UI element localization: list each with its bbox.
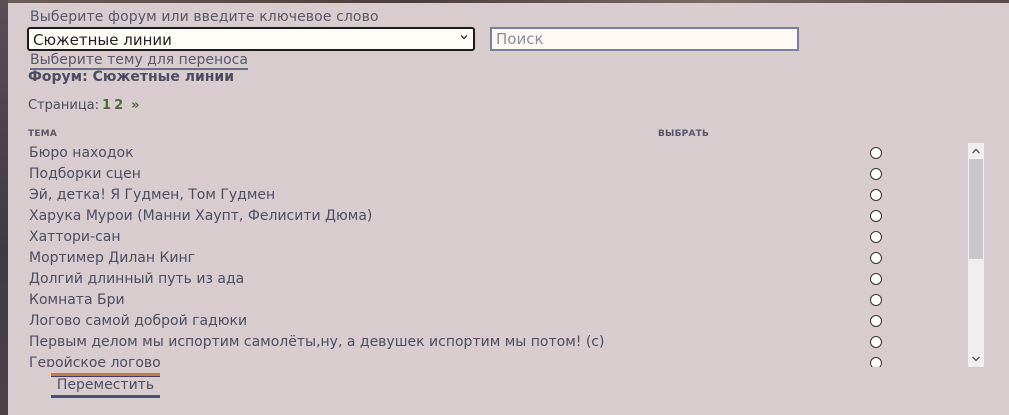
table-row: Геройское логово xyxy=(28,353,978,367)
table-row: Логово самой доброй гадюки xyxy=(28,311,978,332)
topic-title: Подборки сцен xyxy=(29,166,141,182)
table-row: Бюро находок xyxy=(28,143,978,164)
chevron-down-icon xyxy=(460,35,468,40)
arrow-up-icon[interactable] xyxy=(968,143,984,159)
pager: Страница: 1 2 » xyxy=(28,98,140,113)
topic-radio[interactable] xyxy=(870,168,882,180)
forum-select[interactable]: Сюжетные линии xyxy=(27,27,475,51)
topic-title: Геройское логово xyxy=(29,355,161,367)
topic-title: Хаттори-сан xyxy=(29,229,121,245)
topic-title: Логово самой доброй гадюки xyxy=(29,313,248,329)
table-row: Подборки сцен xyxy=(28,164,978,185)
topic-radio[interactable] xyxy=(870,210,882,222)
topic-title: Мортимер Дилан Кинг xyxy=(29,250,196,266)
table-row: Первым делом мы испортим самолёты,ну, а … xyxy=(28,332,978,353)
table-row: Долгий длинный путь из ада xyxy=(28,269,978,290)
topic-radio[interactable] xyxy=(870,336,882,348)
topic-title: Первым делом мы испортим самолёты,ну, а … xyxy=(29,334,605,350)
topic-list-scrollbar[interactable] xyxy=(968,143,984,367)
topic-title: Комната Бри xyxy=(29,292,125,308)
topic-title: Бюро находок xyxy=(29,145,134,161)
pager-next-link[interactable]: » xyxy=(131,98,139,113)
arrow-down-icon[interactable] xyxy=(968,351,984,367)
column-header-select: ВЫБРАТЬ xyxy=(658,129,710,139)
topic-title: Харука Мурои (Манни Хаупт, Фелисити Дюма… xyxy=(29,208,373,224)
topic-radio[interactable] xyxy=(870,252,882,264)
table-row: Эй, детка! Я Гудмен, Том Гудмен xyxy=(28,185,978,206)
topic-radio[interactable] xyxy=(870,294,882,306)
topic-radio[interactable] xyxy=(870,189,882,201)
topic-radio[interactable] xyxy=(870,315,882,327)
topic-radio[interactable] xyxy=(870,357,882,367)
forum-title: Форум: Сюжетные линии xyxy=(28,69,235,85)
table-row: Харука Мурои (Манни Хаупт, Фелисити Дюма… xyxy=(28,206,978,227)
move-button[interactable]: Переместить xyxy=(51,373,160,398)
topic-title: Эй, детка! Я Гудмен, Том Гудмен xyxy=(29,187,276,203)
column-header-topic: ТЕМА xyxy=(28,129,58,139)
pager-page-1[interactable]: 1 xyxy=(102,98,111,113)
topic-list[interactable]: Бюро находок Подборки сцен Эй, детка! Я … xyxy=(28,143,978,367)
forum-hint-label: Выберите форум или введите ключевое слов… xyxy=(30,9,379,25)
page-edge-left xyxy=(0,0,8,415)
forum-select-value: Сюжетные линии xyxy=(33,31,172,49)
table-row: Комната Бри xyxy=(28,290,978,311)
topic-hint-label: Выберите тему для переноса xyxy=(30,52,248,70)
topic-radio[interactable] xyxy=(870,231,882,243)
topic-radio[interactable] xyxy=(870,147,882,159)
table-row: Мортимер Дилан Кинг xyxy=(28,248,978,269)
table-row: Хаттори-сан xyxy=(28,227,978,248)
topic-title: Долгий длинный путь из ада xyxy=(29,271,245,287)
pager-label: Страница: xyxy=(28,98,100,113)
search-input[interactable] xyxy=(490,27,799,51)
scrollbar-thumb[interactable] xyxy=(969,159,983,259)
topic-radio[interactable] xyxy=(870,273,882,285)
pager-page-2[interactable]: 2 xyxy=(114,98,123,113)
page-edge-top xyxy=(8,0,1009,3)
